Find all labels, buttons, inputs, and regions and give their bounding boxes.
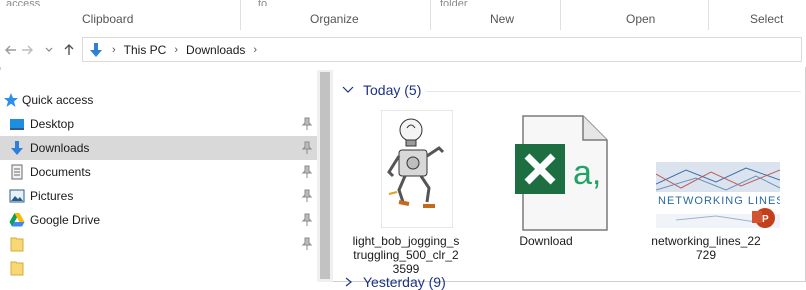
address-bar[interactable]: › This PC › Downloads › xyxy=(82,37,802,62)
navigation-bar: › This PC › Downloads › xyxy=(0,33,806,67)
up-arrow-icon xyxy=(64,44,74,55)
group-divider xyxy=(426,91,801,92)
breadcrumb-downloads[interactable]: Downloads xyxy=(186,43,245,57)
svg-text:a,: a, xyxy=(573,154,601,192)
navigation-pane-scrollbar[interactable] xyxy=(317,70,333,282)
image-thumbnail xyxy=(381,110,453,228)
folder-icon xyxy=(10,261,24,276)
recent-locations-button[interactable] xyxy=(38,39,60,61)
breadcrumb-this-pc[interactable]: This PC xyxy=(124,43,167,57)
ribbon-group-new: New xyxy=(490,12,515,26)
download-arrow-icon xyxy=(90,42,102,57)
excel-file-icon: a, xyxy=(515,115,608,231)
file-name: Download xyxy=(519,234,573,248)
breadcrumb-chevron-icon: › xyxy=(112,43,116,56)
scrollbar-thumb[interactable] xyxy=(320,72,330,279)
folder-icon xyxy=(10,237,24,252)
nav-item-folder[interactable] xyxy=(0,256,317,280)
ribbon-cut-text: folder xyxy=(440,0,468,6)
nav-item-documents[interactable]: Documents xyxy=(0,160,317,184)
breadcrumb-chevron-icon[interactable]: › xyxy=(174,44,178,56)
pin-icon[interactable] xyxy=(301,213,313,227)
nav-item-label: Desktop xyxy=(30,117,75,131)
ribbon-separator xyxy=(560,0,561,30)
navigation-pane: Quick access Desktop Downloads Documents xyxy=(0,70,317,282)
file-item[interactable]: light_bob_jogging_struggling_500_clr_235… xyxy=(351,110,461,276)
file-list: Today (5) light_bob_jogging_struggling_5… xyxy=(333,70,806,290)
pin-icon[interactable] xyxy=(301,237,313,251)
ribbon-group-organize: Organize xyxy=(310,12,359,26)
nav-item-pictures[interactable]: Pictures xyxy=(0,184,317,208)
star-icon xyxy=(4,93,18,107)
nav-item-label: Quick access xyxy=(22,93,94,107)
group-header-label: Yesterday (9) xyxy=(363,274,446,290)
ribbon-group-clipboard: Clipboard xyxy=(82,12,134,26)
ppt-thumb-title: NETWORKING LINES xyxy=(658,195,780,207)
ribbon-separator xyxy=(240,0,241,30)
documents-icon xyxy=(11,164,23,180)
file-name: networking_lines_22729 xyxy=(651,234,761,262)
nav-item-label: Downloads xyxy=(30,141,90,155)
breadcrumb-chevron-icon[interactable]: › xyxy=(253,44,257,56)
download-arrow-icon xyxy=(11,141,23,155)
powerpoint-thumbnail: NETWORKING LINES P xyxy=(656,162,780,228)
forward-arrow-icon xyxy=(22,45,33,55)
pictures-icon xyxy=(9,189,25,203)
ribbon-separator xyxy=(430,0,431,30)
ribbon: access to folder Clipboard Organize New … xyxy=(0,0,806,34)
chevron-down-icon xyxy=(45,47,53,52)
ribbon-separator xyxy=(708,0,709,30)
nav-item-label: Documents xyxy=(30,165,91,179)
ribbon-cut-text: access xyxy=(6,0,41,6)
pin-icon[interactable] xyxy=(301,189,313,203)
nav-item-label: Pictures xyxy=(30,189,74,203)
ribbon-cut-text: to xyxy=(258,0,268,6)
svg-text:P: P xyxy=(762,214,769,225)
nav-item-label: Google Drive xyxy=(30,213,101,227)
forward-button[interactable] xyxy=(16,39,38,61)
nav-item-quick-access[interactable]: Quick access xyxy=(0,88,317,112)
group-header-label: Today (5) xyxy=(363,82,422,98)
nav-item-google-drive[interactable]: Google Drive xyxy=(0,208,317,232)
nav-item-folder[interactable] xyxy=(0,232,317,256)
pin-icon[interactable] xyxy=(301,165,313,179)
file-item[interactable]: a, Download xyxy=(491,110,608,260)
group-header-yesterday[interactable]: Yesterday (9) xyxy=(341,274,446,290)
ribbon-group-open: Open xyxy=(626,12,656,26)
desktop-icon xyxy=(10,119,24,130)
up-button[interactable] xyxy=(58,39,80,61)
pin-icon[interactable] xyxy=(301,141,313,155)
file-item[interactable]: NETWORKING LINES P networking_lines_2272… xyxy=(651,110,780,262)
google-drive-icon xyxy=(9,213,25,227)
chevron-down-icon xyxy=(342,86,354,93)
nav-item-desktop[interactable]: Desktop xyxy=(0,112,317,136)
ribbon-group-select: Select xyxy=(750,12,784,26)
nav-item-downloads[interactable]: Downloads xyxy=(0,136,317,160)
pin-icon[interactable] xyxy=(301,117,313,131)
group-header-today[interactable]: Today (5) xyxy=(341,80,421,100)
chevron-right-icon xyxy=(345,277,352,287)
file-name: light_bob_jogging_struggling_500_clr_235… xyxy=(352,234,460,276)
